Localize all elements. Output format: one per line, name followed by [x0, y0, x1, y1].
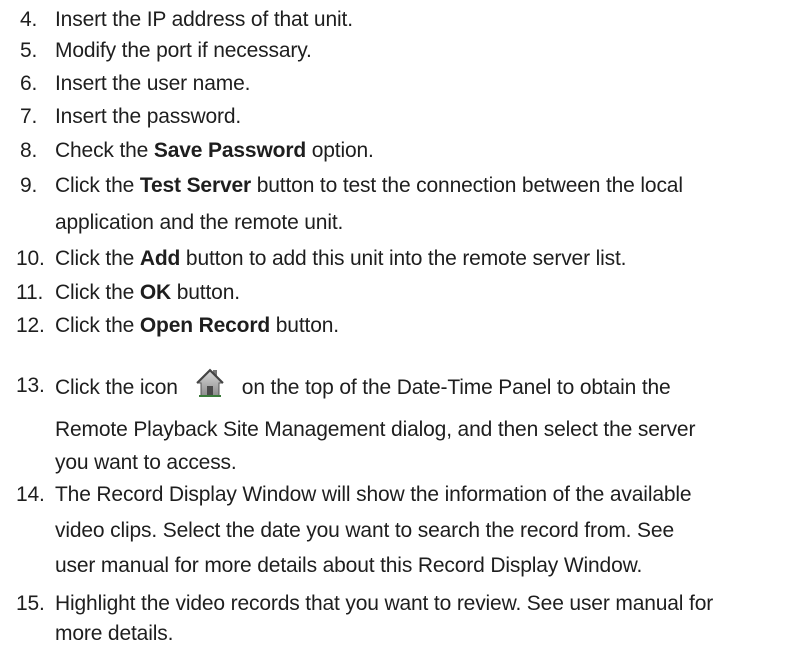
text-run: The Record Display Window will show the … [55, 483, 692, 506]
list-item-text: Insert the IP address of that unit. [55, 7, 353, 33]
list-item-text: user manual for more details about this … [55, 553, 642, 579]
text-run: Highlight the video records that you wan… [55, 592, 714, 615]
list-item-text: Click the icon on the top of the Date-Tim… [55, 368, 671, 401]
list-item-number: 4. [20, 8, 38, 31]
list-item-number: 12. [16, 314, 45, 337]
bold-term: Add [139, 247, 181, 270]
list-item-number: 6. [20, 72, 38, 95]
text-run: Insert the password. [55, 105, 242, 128]
list-item-number: 8. [20, 139, 38, 162]
list-item-text: The Record Display Window will show the … [55, 482, 692, 508]
list-item-number: 10. [16, 247, 45, 270]
text-run: Check the [55, 139, 154, 162]
text-run: on the top of the Date-Time Panel to obt… [241, 376, 671, 399]
bold-term: OK [139, 281, 172, 304]
text-run: Click the icon [55, 376, 178, 399]
text-run: Click the [55, 174, 140, 197]
text-run: button to test the connection between th… [251, 174, 683, 197]
list-item-number: 5. [20, 39, 38, 62]
list-item-text: Click the Open Record button. [55, 313, 339, 339]
text-run: button. [171, 281, 240, 304]
text-run: Click the [55, 281, 140, 304]
list-item-text: Check the Save Password option. [55, 138, 374, 164]
text-run: Insert the IP address of that unit. [55, 8, 353, 31]
list-item-text: you want to access. [55, 450, 237, 476]
bold-term: Save Password [153, 139, 307, 162]
text-run: button to add this unit into the remote … [180, 247, 627, 270]
list-item-number: 11. [16, 281, 44, 304]
home-icon [196, 368, 224, 397]
list-item-text: Insert the user name. [55, 71, 250, 97]
text-run: Insert the user name. [55, 72, 251, 95]
list-item-text: Remote Playback Site Management dialog, … [55, 417, 695, 443]
bold-term: Open Record [139, 314, 271, 337]
list-item-text: application and the remote unit. [55, 210, 343, 236]
text-run: more details. [55, 622, 174, 645]
list-item-text: Click the OK button. [55, 280, 240, 306]
list-item-text: Modify the port if necessary. [55, 38, 312, 64]
list-item-text: more details. [55, 621, 173, 647]
list-item-text: Click the Add button to add this unit in… [55, 246, 627, 272]
text-run: Click the [55, 247, 140, 270]
manual-page: 4. Insert the IP address of that unit. 5. M… [0, 0, 812, 661]
list-item-number: 13. [16, 374, 45, 397]
list-item-number: 9. [20, 174, 38, 197]
list-item-text: Highlight the video records that you wan… [55, 591, 713, 617]
list-item-text: Click the Test Server button to test the… [55, 173, 683, 199]
list-item-number: 15. [16, 592, 45, 615]
list-item-number: 14. [16, 483, 45, 506]
list-item-text: video clips. Select the date you want to… [55, 518, 674, 544]
text-run: option. [306, 139, 374, 162]
text-run: video clips. Select the date you want to… [55, 519, 674, 542]
text-run: Modify the port if necessary. [55, 39, 312, 62]
text-run: you want to access. [55, 451, 237, 474]
text-run: application and the remote unit. [55, 211, 344, 234]
list-item-text: Insert the password. [55, 104, 241, 130]
text-run: button. [270, 314, 339, 337]
text-run: Click the [55, 314, 140, 337]
text-run: Remote Playback Site Management dialog, … [55, 418, 696, 441]
text-run: user manual for more details about this … [55, 554, 643, 577]
list-item-number: 7. [20, 105, 38, 128]
bold-term: Test Server [139, 174, 252, 197]
